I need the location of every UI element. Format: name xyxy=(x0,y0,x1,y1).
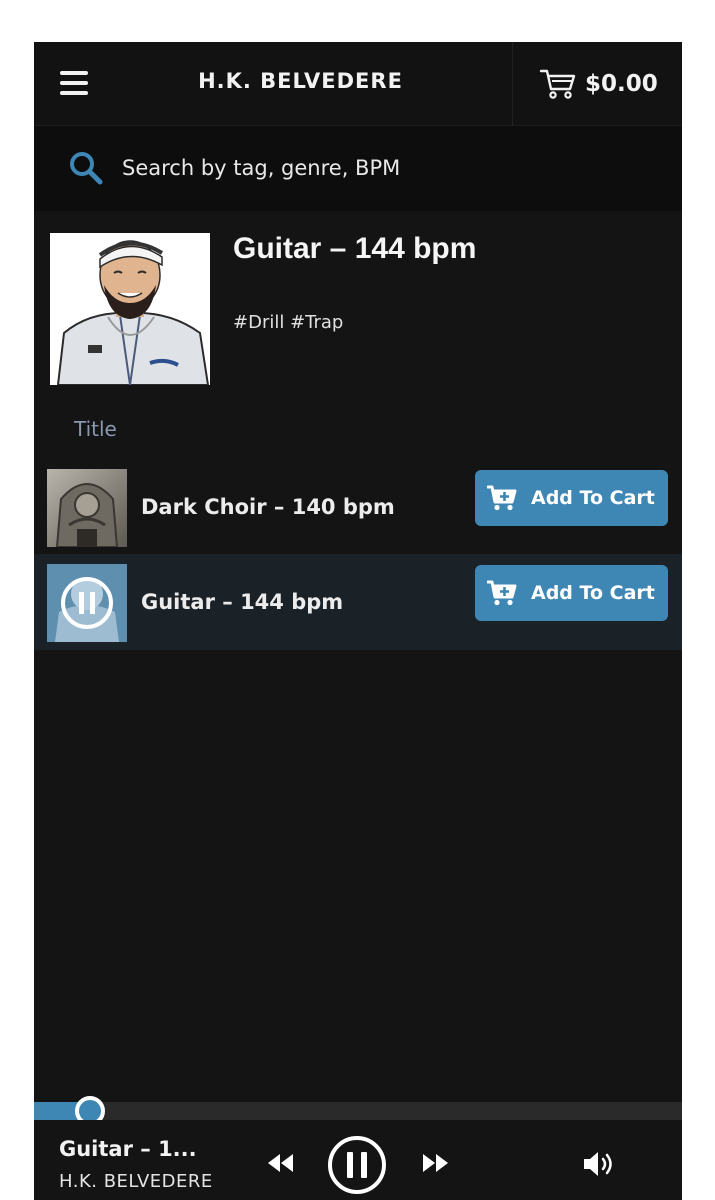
fast-forward-icon xyxy=(423,1154,448,1172)
column-header-title[interactable]: Title xyxy=(74,417,117,441)
track-row-active[interactable]: Guitar – 144 bpm Add To Cart xyxy=(34,554,682,650)
cart-plus-icon xyxy=(487,580,517,606)
playlist-cover-image xyxy=(50,233,210,385)
brand-title[interactable]: H.K. BELVEDERE xyxy=(164,69,437,93)
track-thumbnail xyxy=(47,564,127,642)
header-divider xyxy=(512,42,513,126)
add-to-cart-label: Add To Cart xyxy=(531,582,655,604)
volume-icon xyxy=(584,1152,612,1176)
track-title[interactable]: Dark Choir – 140 bpm xyxy=(141,495,395,519)
cart-button[interactable]: $0.00 xyxy=(539,66,658,102)
play-pause-button[interactable] xyxy=(326,1134,388,1196)
playlist-tags[interactable]: #Drill #Trap xyxy=(233,312,343,333)
add-to-cart-button[interactable]: Add To Cart xyxy=(475,470,668,526)
progress-bar[interactable] xyxy=(34,1102,682,1120)
rewind-icon xyxy=(268,1154,293,1172)
cart-icon xyxy=(539,69,576,99)
now-playing-title[interactable]: Guitar – 1... xyxy=(59,1137,197,1161)
cart-total: $0.00 xyxy=(585,71,658,97)
volume-button[interactable] xyxy=(582,1150,618,1178)
app-frame: H.K. BELVEDERE $0.00 Search by tag, genr… xyxy=(34,42,682,1200)
add-to-cart-label: Add To Cart xyxy=(531,487,655,509)
search-icon xyxy=(70,152,103,185)
rewind-button[interactable] xyxy=(266,1152,296,1174)
menu-icon[interactable] xyxy=(58,68,90,98)
track-row[interactable]: Dark Choir – 140 bpm Add To Cart xyxy=(34,459,682,555)
pause-icon xyxy=(328,1136,386,1194)
search-bar xyxy=(34,126,682,211)
now-playing-artist[interactable]: H.K. BELVEDERE xyxy=(59,1171,213,1192)
fast-forward-button[interactable] xyxy=(420,1152,450,1174)
playlist-title: Guitar – 144 bpm xyxy=(233,232,477,265)
cart-plus-icon xyxy=(487,485,517,511)
player-bar: Guitar – 1... H.K. BELVEDERE xyxy=(34,1120,682,1200)
add-to-cart-button[interactable]: Add To Cart xyxy=(475,565,668,621)
top-header: H.K. BELVEDERE $0.00 xyxy=(34,42,682,126)
search-input[interactable] xyxy=(122,148,642,188)
pause-icon[interactable] xyxy=(59,576,115,630)
track-thumbnail xyxy=(47,469,127,547)
track-title[interactable]: Guitar – 144 bpm xyxy=(141,590,343,614)
